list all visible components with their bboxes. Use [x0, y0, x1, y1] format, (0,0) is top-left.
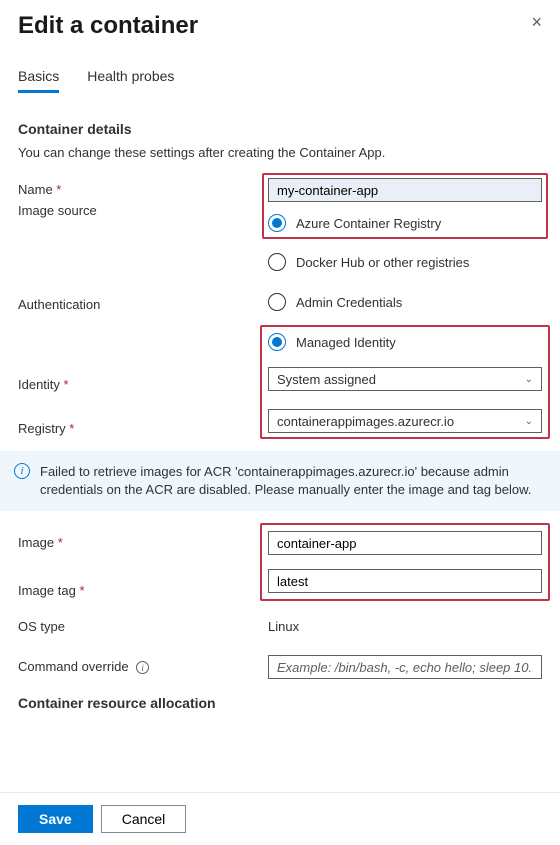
radio-managed-identity[interactable]: Managed Identity [268, 333, 542, 351]
identity-label: Identity [18, 373, 268, 392]
tab-bar: Basics Health probes [18, 68, 542, 93]
cancel-button[interactable]: Cancel [101, 805, 187, 833]
image-tag-input[interactable] [268, 569, 542, 593]
info-icon: i [14, 463, 30, 479]
highlight-image-tag [260, 523, 550, 601]
radio-docker-hub[interactable]: Docker Hub or other registries [268, 253, 542, 271]
tab-basics[interactable]: Basics [18, 68, 59, 93]
save-button[interactable]: Save [18, 805, 93, 833]
highlight-name-source: Azure Container Registry [262, 173, 548, 239]
command-override-input[interactable] [268, 655, 542, 679]
close-icon[interactable]: × [531, 12, 542, 33]
chevron-down-icon: ⌄ [525, 374, 533, 385]
command-override-label: Command override i [18, 655, 268, 674]
radio-label: Docker Hub or other registries [296, 255, 469, 270]
radio-icon [268, 293, 286, 311]
container-details-heading: Container details [18, 121, 542, 137]
name-label: Name [18, 178, 268, 197]
resource-allocation-heading: Container resource allocation [18, 695, 542, 711]
radio-icon [268, 333, 286, 351]
help-icon[interactable]: i [136, 661, 149, 674]
image-input[interactable] [268, 531, 542, 555]
authentication-label: Authentication [18, 293, 268, 312]
os-type-value: Linux [268, 615, 542, 634]
info-callout: i Failed to retrieve images for ACR 'con… [0, 451, 560, 511]
radio-label: Admin Credentials [296, 295, 402, 310]
chevron-down-icon: ⌄ [525, 416, 533, 427]
image-tag-label: Image tag [18, 579, 268, 598]
radio-icon [268, 253, 286, 271]
os-type-label: OS type [18, 615, 268, 634]
radio-admin-credentials[interactable]: Admin Credentials [268, 293, 542, 311]
name-input[interactable] [268, 178, 542, 202]
registry-select[interactable]: containerappimages.azurecr.io ⌄ [268, 409, 542, 433]
page-title: Edit a container [18, 12, 198, 40]
tab-health-probes[interactable]: Health probes [87, 68, 174, 93]
identity-value: System assigned [277, 372, 376, 387]
registry-value: containerappimages.azurecr.io [277, 414, 454, 429]
image-label: Image [18, 531, 268, 550]
identity-select[interactable]: System assigned ⌄ [268, 367, 542, 391]
footer: Save Cancel [0, 792, 560, 845]
image-source-label: Image source [18, 203, 268, 218]
radio-label: Azure Container Registry [296, 216, 441, 231]
highlight-auth-identity: Managed Identity System assigned ⌄ conta… [260, 325, 550, 439]
radio-icon [268, 214, 286, 232]
info-text: Failed to retrieve images for ACR 'conta… [40, 463, 546, 499]
registry-label: Registry [18, 417, 268, 436]
radio-azure-container-registry[interactable]: Azure Container Registry [268, 214, 542, 232]
radio-label: Managed Identity [296, 335, 396, 350]
container-details-desc: You can change these settings after crea… [18, 145, 542, 160]
